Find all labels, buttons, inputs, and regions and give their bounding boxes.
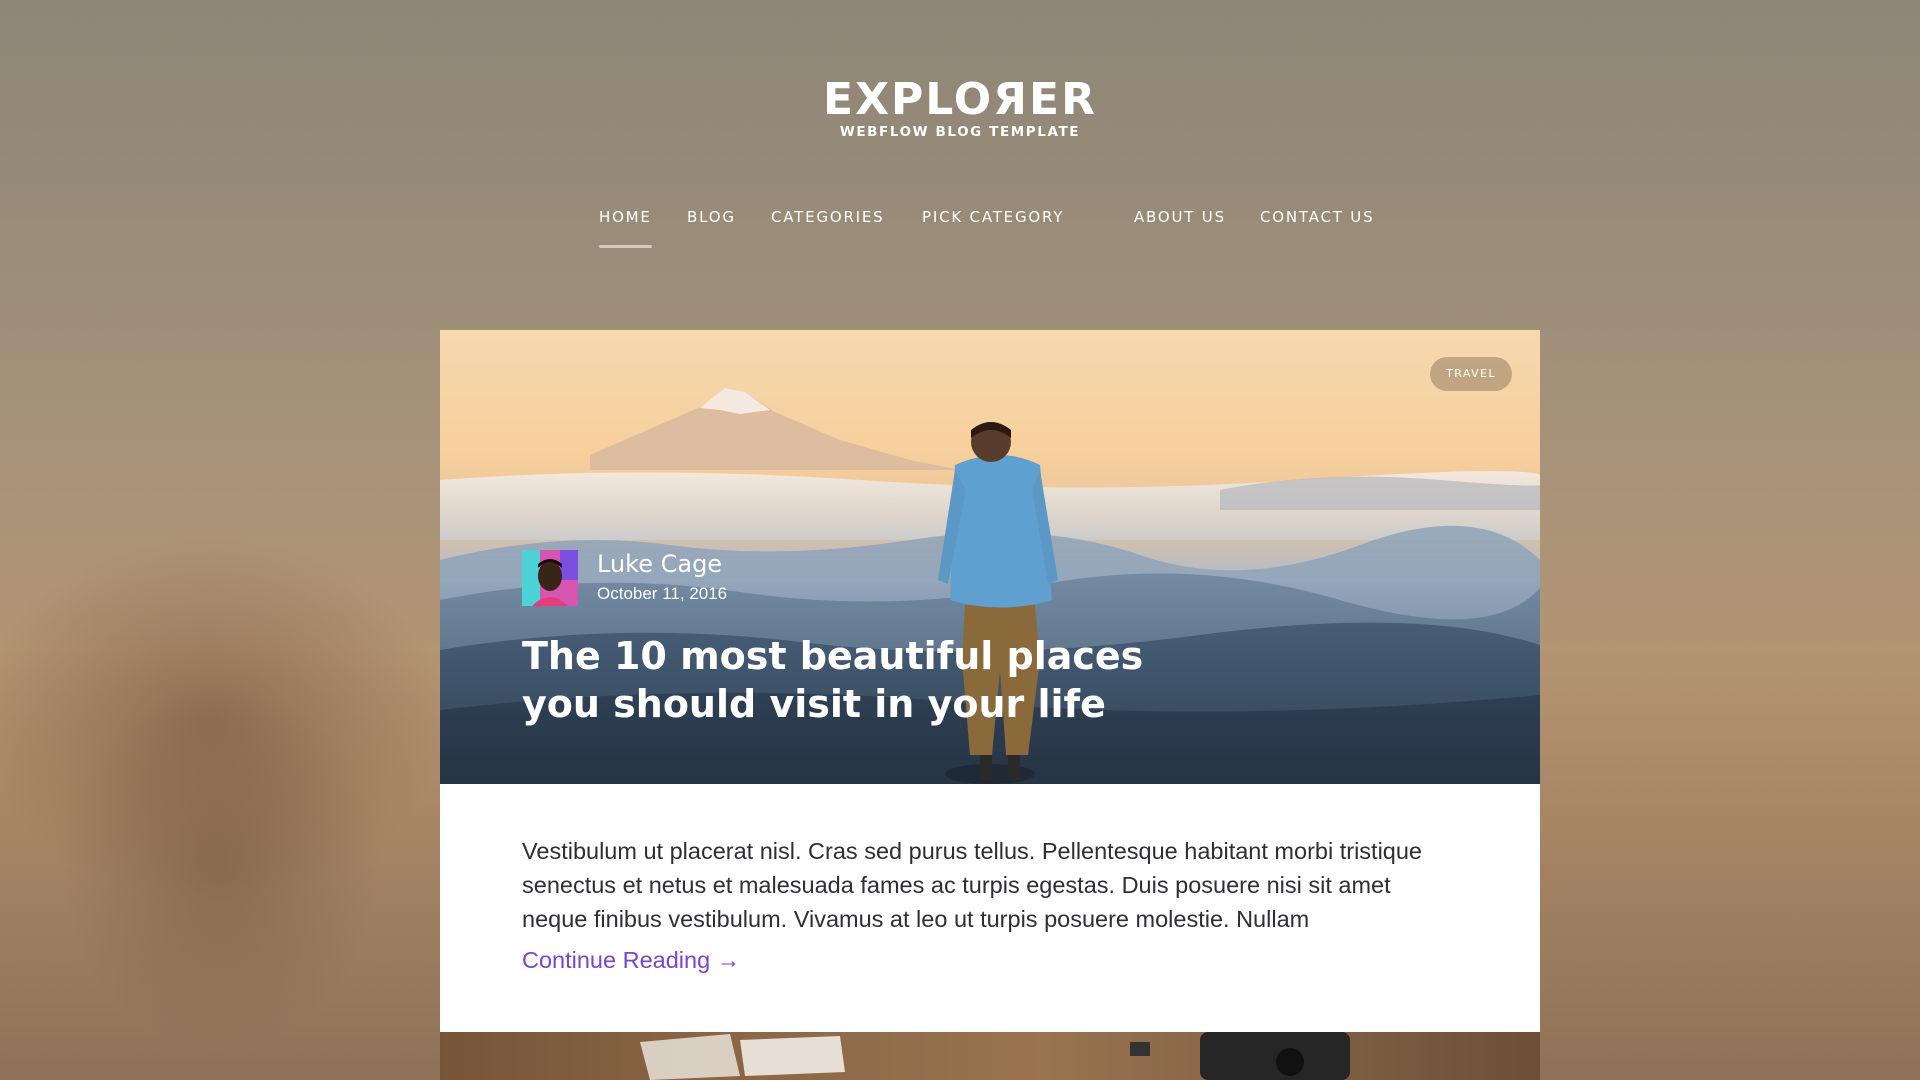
brand-title: EXPLOЯER bbox=[823, 74, 1097, 125]
nav-categories[interactable]: CATEGORIES bbox=[771, 208, 885, 226]
nav-blog[interactable]: BLOG bbox=[687, 208, 736, 226]
featured-post-card: TRAVEL Luke Cage October 11, 2016 The 10… bbox=[440, 330, 1540, 1032]
avatar-portrait bbox=[522, 550, 578, 606]
background-mountain bbox=[0, 580, 480, 1080]
nav-pick-category[interactable]: PICK CATEGORY bbox=[922, 208, 1064, 226]
author-avatar[interactable] bbox=[522, 550, 578, 606]
nav-contact-us[interactable]: CONTACT US bbox=[1260, 208, 1374, 226]
nav-about-us[interactable]: ABOUT US bbox=[1134, 208, 1226, 226]
post-title[interactable]: The 10 most beautiful places you should … bbox=[522, 632, 1222, 728]
brand-subtitle: WEBFLOW BLOG TEMPLATE bbox=[839, 124, 1081, 140]
category-tag-travel[interactable]: TRAVEL bbox=[1430, 357, 1512, 391]
author-name[interactable]: Luke Cage bbox=[597, 550, 722, 578]
brand-logo[interactable]: EXPLOЯER WEBFLOW BLOG TEMPLATE bbox=[0, 74, 1920, 141]
continue-reading-link[interactable]: Continue Reading → bbox=[522, 947, 740, 974]
post-excerpt: Vestibulum ut placerat nisl. Cras sed pu… bbox=[522, 838, 1422, 932]
next-post-image bbox=[440, 1032, 1540, 1080]
nav-home[interactable]: HOME bbox=[599, 208, 652, 248]
post-hero-image[interactable]: TRAVEL Luke Cage October 11, 2016 The 10… bbox=[440, 330, 1540, 784]
post-date: October 11, 2016 bbox=[597, 584, 728, 603]
next-post-card-preview[interactable] bbox=[440, 1032, 1540, 1080]
main-nav: HOME BLOG CATEGORIES PICK CATEGORY ABOUT… bbox=[0, 208, 1920, 248]
